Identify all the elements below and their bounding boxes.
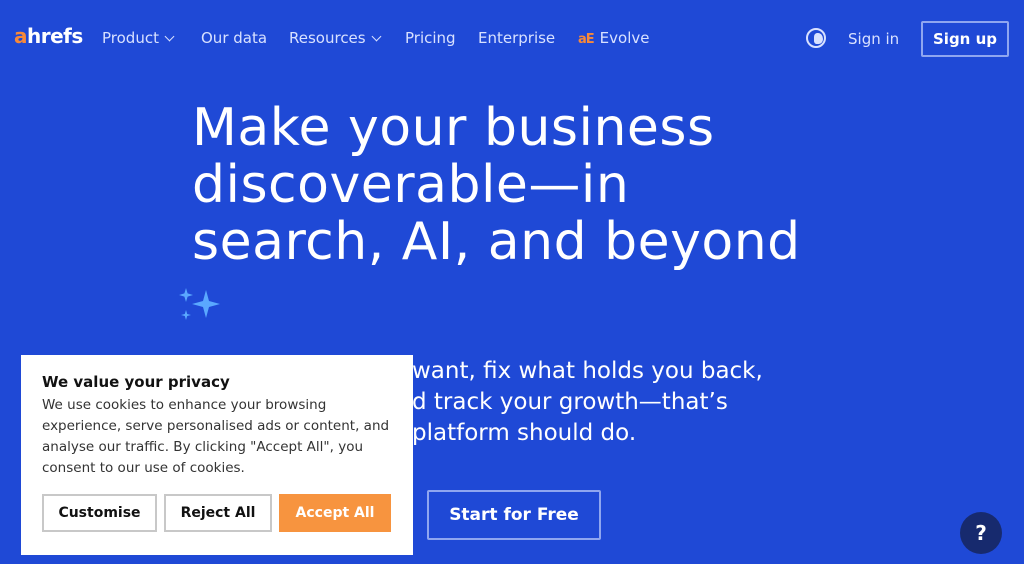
hero-title-line: search, AI, and beyond bbox=[192, 212, 801, 272]
customise-button[interactable]: Customise bbox=[42, 494, 157, 532]
nav-our-data[interactable]: Our data bbox=[201, 29, 267, 47]
nav-pricing[interactable]: Pricing bbox=[405, 29, 456, 47]
nav-our-data-label: Our data bbox=[201, 29, 268, 47]
hero-title-line: Make your business bbox=[192, 98, 715, 158]
cookie-consent-dialog: We value your privacy We use cookies to … bbox=[21, 355, 413, 555]
chevron-down-icon bbox=[164, 31, 175, 42]
sparkles-icon bbox=[179, 288, 220, 320]
nav-enterprise-label: Enterprise bbox=[478, 29, 556, 47]
hero-title-line: discoverable—in bbox=[192, 155, 630, 215]
start-for-free-button[interactable]: Start for Free bbox=[427, 490, 601, 540]
nav-resources[interactable]: Resources bbox=[289, 29, 382, 47]
nav-pricing-label: Pricing bbox=[405, 29, 456, 47]
accept-all-button[interactable]: Accept All bbox=[279, 494, 391, 532]
nav-enterprise[interactable]: Enterprise bbox=[478, 29, 555, 47]
logo-accent: a bbox=[14, 24, 28, 48]
sign-up-button[interactable]: Sign up bbox=[921, 21, 1009, 57]
nav-evolve[interactable]: aE Evolve bbox=[578, 29, 649, 47]
cookie-title: We value your privacy bbox=[42, 373, 230, 391]
evolve-logo-icon: aE bbox=[578, 32, 595, 47]
reject-all-button[interactable]: Reject All bbox=[164, 494, 272, 532]
nav-product-label: Product bbox=[102, 29, 159, 47]
top-navigation: ahrefs Product Our data Resources Pricin… bbox=[0, 0, 1024, 78]
logo-text: hrefs bbox=[27, 24, 83, 48]
globe-icon[interactable] bbox=[806, 28, 826, 48]
hero-title: Make your business discoverable—in searc… bbox=[192, 100, 912, 271]
sign-in-link[interactable]: Sign in bbox=[848, 30, 899, 48]
chevron-down-icon bbox=[371, 31, 382, 42]
cookie-body: We use cookies to enhance your browsing … bbox=[42, 397, 390, 476]
help-icon[interactable]: ? bbox=[960, 512, 1002, 554]
nav-evolve-label: Evolve bbox=[599, 29, 650, 47]
nav-resources-label: Resources bbox=[289, 29, 366, 47]
ahrefs-logo[interactable]: ahrefs bbox=[14, 24, 83, 48]
nav-product[interactable]: Product bbox=[102, 29, 175, 47]
